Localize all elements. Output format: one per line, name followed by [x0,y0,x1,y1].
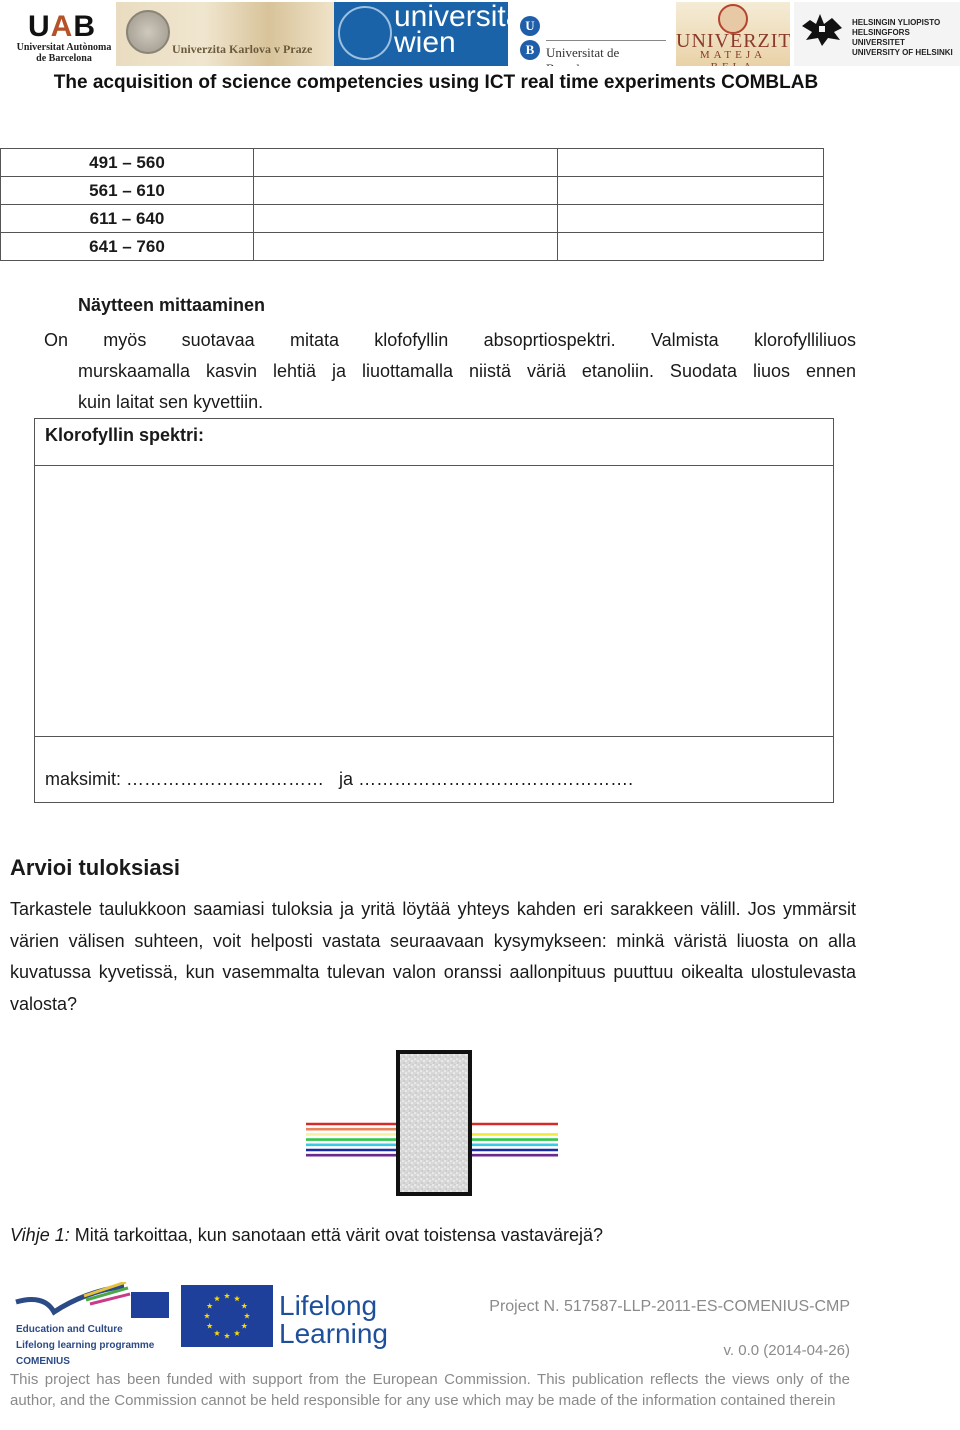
lifelong-learning-wordmark: Lifelong Learning [279,1292,388,1348]
uab-logo: UAB Universitat Autònoma de Barcelona [10,2,118,66]
llp-swoosh-icon [15,1282,131,1316]
uab-mark: UAB [28,10,97,43]
ub-name: Universitat de Barcelona [546,45,620,66]
lifelong-line2: Learning [279,1318,388,1349]
university-helsinki-logo: HELSINGIN YLIOPISTO HELSINGFORS UNIVERSI… [794,2,960,66]
ub-letter-u: U [520,16,540,36]
answer-cell[interactable] [557,232,824,261]
spectrum-drawing-area[interactable] [35,466,833,737]
answer-cell[interactable] [557,176,824,205]
llp-line2: Lifelong learning programme [16,1340,155,1351]
measurement-line-3: kuin laitat sen kyvettiin. [78,392,264,412]
karlova-name: Univerzita Karlova v Praze [172,42,313,56]
hint-text: Mitä tarkoittaa, kun sanotaan että värit… [69,1225,604,1245]
wavelength-range-cell: 491 – 560 [0,148,254,177]
outgoing-light-beams [470,1122,558,1157]
ub-divider [546,40,666,41]
answer-cell[interactable] [557,204,824,233]
university-barcelona-logo: U B Universitat de Barcelona [516,2,672,66]
eu-flag-small-icon [131,1292,169,1318]
table-row: 611 – 640 [0,204,824,233]
helsinki-flame-icon [802,14,842,46]
evaluate-heading: Arvioi tuloksiasi [10,855,180,880]
document-version: v. 0.0 (2014-04-26) [723,1342,850,1359]
wavelength-range-cell: 611 – 640 [0,204,254,233]
charles-university-logo: Univerzita Karlova v Praze [116,2,334,66]
llp-line3: COMENIUS [16,1356,70,1367]
funding-disclaimer: This project has been funded with suppor… [10,1371,850,1409]
spectrum-box-header: Klorofyllin spektri: [35,419,833,466]
answer-cell[interactable] [253,148,558,177]
uab-name-line2: de Barcelona [36,53,92,64]
cuvette [396,1050,472,1196]
document-title: The acquisition of science competencies … [53,72,819,93]
helsinki-line2: HELSINGFORS UNIVERSITET [852,28,910,47]
ub-letter-b: B [520,40,540,60]
uab-name-line1: Universitat Autònoma [16,42,112,53]
maxima-conjunction: ja [339,769,354,789]
maxima-label: maksimit: [45,769,121,789]
project-number: Project N. 517587-LLP-2011-ES-COMENIUS-C… [489,1298,850,1315]
measurement-line-2: murskaamalla kasvin lehtiä ja liuottamal… [78,361,856,381]
hint-label: Vihje 1: [10,1225,70,1245]
matej-bel-university-logo: UNIVERZITA MATEJA BELA [676,2,790,66]
maxima-blank-2[interactable]: ………………………………………. [358,769,633,789]
helsinki-line3: UNIVERSITY OF HELSINKI [852,48,953,57]
university-seal-icon [338,6,392,60]
eu-flag-icon [181,1285,273,1347]
wavelength-range-cell: 561 – 610 [0,176,254,205]
table-row: 561 – 610 [0,176,824,205]
helsinki-line1: HELSINGIN YLIOPISTO [852,18,941,27]
measurement-line-1: On myös suotavaa mitata klofofyllin abso… [44,330,856,350]
wavelength-range-cell: 641 – 760 [0,232,254,261]
measurement-paragraph: On myös suotavaa mitata klofofyllin abso… [44,325,856,418]
llp-line1: Education and Culture [16,1324,123,1335]
lifelong-line1: Lifelong [279,1290,378,1321]
maxima-row: maksimit: …………………………… ja ………………………………………… [45,769,633,790]
education-culture-llp-logo: Education and Culture Lifelong learning … [14,1280,172,1370]
answer-cell[interactable] [253,232,558,261]
wien-line2: wien [394,26,456,59]
table-row: 641 – 760 [0,232,824,261]
wavelength-table: 491 – 560 561 – 610 611 – 640 641 – 760 [0,148,824,261]
spectrum-label: Klorofyllin spektri: [45,425,205,445]
table-row: 491 – 560 [0,148,824,177]
spectrum-answer-box: Klorofyllin spektri: maksimit: ………………………… [34,418,834,803]
umb-line2: MATEJA BELA [699,49,767,66]
evaluate-paragraph: Tarkastele taulukkoon saamiasi tuloksia … [10,899,856,1014]
university-vienna-logo: universitätwien [334,2,508,66]
cuvette-light-figure [306,1050,558,1196]
answer-cell[interactable] [253,176,558,205]
university-seal-icon [126,10,170,54]
measurement-heading: Näytteen mittaaminen [78,295,266,315]
answer-cell[interactable] [253,204,558,233]
incoming-light-beams [306,1122,400,1157]
maxima-blank-1[interactable]: …………………………… [126,769,324,789]
hint-1: Vihje 1: Mitä tarkoittaa, kun sanotaan e… [10,1225,603,1246]
answer-cell[interactable] [557,148,824,177]
